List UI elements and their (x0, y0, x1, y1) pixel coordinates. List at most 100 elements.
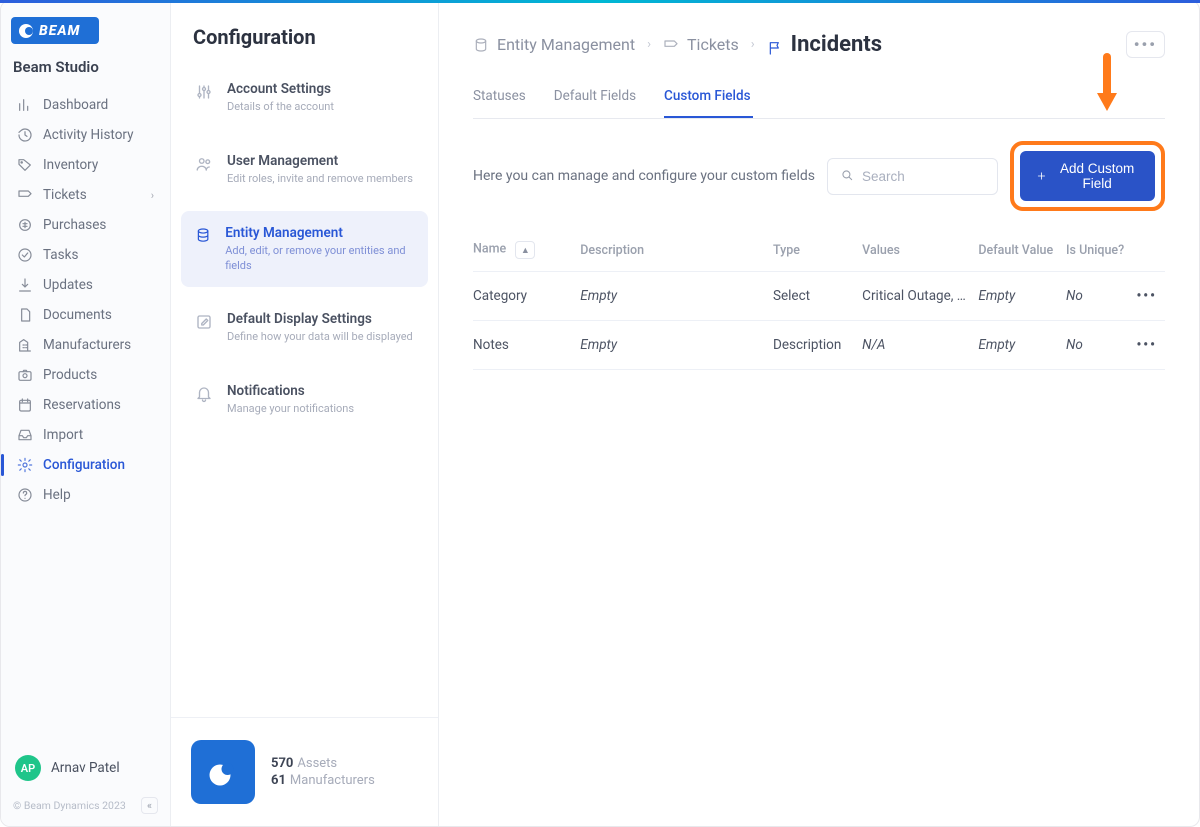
config-submenu: Configuration Account Settings Details o… (171, 1, 439, 826)
row-actions-button[interactable]: ••• (1135, 272, 1165, 321)
manufacturers-label: Manufacturers (290, 773, 375, 788)
config-footer: 570Assets 61Manufacturers (171, 717, 438, 826)
cell-values: Critical Outage, … (862, 272, 978, 321)
cell-description: Empty (580, 272, 773, 321)
col-type[interactable]: Type (773, 229, 862, 272)
brand-square-icon (191, 740, 255, 804)
sidebar-item-activity-history[interactable]: Activity History (7, 120, 164, 150)
current-user[interactable]: AP Arnav Patel (1, 745, 170, 791)
money-icon (17, 217, 33, 233)
sidebar-item-dashboard[interactable]: Dashboard (7, 90, 164, 120)
config-item-account-settings[interactable]: Account Settings Details of the account (181, 67, 428, 129)
more-icon: ••• (1134, 35, 1157, 54)
col-name[interactable]: Name ▲ (473, 229, 580, 272)
custom-fields-table: Name ▲ Description Type Values Default V… (473, 229, 1165, 370)
page-actions-button[interactable]: ••• (1126, 31, 1165, 58)
search-input-wrapper[interactable] (827, 158, 998, 195)
sidebar-item-inventory[interactable]: Inventory (7, 150, 164, 180)
config-item-title: Account Settings (227, 81, 334, 97)
callout-arrow-icon (1095, 53, 1119, 113)
sidebar-item-label: Updates (43, 277, 93, 293)
download-icon (17, 277, 33, 293)
logo-mark-icon (19, 24, 33, 38)
building-icon (17, 337, 33, 353)
toolbar-intro: Here you can manage and configure your c… (473, 168, 815, 184)
col-description[interactable]: Description (580, 229, 773, 272)
breadcrumb-entity-management[interactable]: Entity Management (473, 35, 635, 54)
sidebar-item-products[interactable]: Products (7, 360, 164, 390)
breadcrumb-label: Entity Management (497, 35, 635, 54)
sidebar-item-tickets[interactable]: Tickets › (7, 180, 164, 210)
primary-sidebar: BEAM Beam Studio Dashboard Activity Hist… (1, 1, 171, 826)
add-button-label: Add Custom Field (1055, 161, 1139, 191)
custom-fields-toolbar: Here you can manage and configure your c… (473, 141, 1165, 211)
config-item-sub: Edit roles, invite and remove members (227, 172, 413, 187)
cell-name: Category (473, 272, 580, 321)
edit-icon (195, 313, 213, 331)
sidebar-item-manufacturers[interactable]: Manufacturers (7, 330, 164, 360)
database-icon (195, 227, 211, 245)
camera-icon (17, 367, 33, 383)
copyright-text: © Beam Dynamics 2023 (13, 799, 126, 812)
ticket-icon (17, 187, 33, 203)
cell-default: Empty (978, 321, 1066, 370)
table-row[interactable]: Category Empty Select Critical Outage, …… (473, 272, 1165, 321)
config-item-sub: Manage your notifications (227, 402, 354, 417)
sidebar-item-tasks[interactable]: Tasks (7, 240, 164, 270)
tab-statuses[interactable]: Statuses (473, 78, 528, 118)
breadcrumb-incidents: Incidents (767, 32, 882, 57)
sidebar-item-reservations[interactable]: Reservations (7, 390, 164, 420)
config-item-title: Notifications (227, 383, 354, 399)
sidebar-item-label: Configuration (43, 457, 125, 473)
config-item-sub: Add, edit, or remove your entities and f… (225, 244, 414, 274)
sidebar-item-updates[interactable]: Updates (7, 270, 164, 300)
sidebar-item-documents[interactable]: Documents (7, 300, 164, 330)
breadcrumb-tickets[interactable]: Tickets (663, 35, 739, 54)
collapse-sidebar-button[interactable]: « (141, 797, 158, 814)
config-item-entity-management[interactable]: Entity Management Add, edit, or remove y… (181, 211, 428, 288)
cell-name: Notes (473, 321, 580, 370)
config-item-sub: Define how your data will be displayed (227, 330, 413, 345)
logo-text: BEAM (39, 23, 80, 39)
add-custom-field-button[interactable]: Add Custom Field (1020, 151, 1155, 201)
sidebar-item-label: Products (43, 367, 97, 383)
sidebar-item-label: Purchases (43, 217, 106, 233)
config-item-default-display[interactable]: Default Display Settings Define how your… (181, 297, 428, 359)
user-name: Arnav Patel (51, 760, 120, 776)
sidebar-item-purchases[interactable]: Purchases (7, 210, 164, 240)
workspace-stats: 570Assets 61Manufacturers (271, 754, 375, 790)
sidebar-item-label: Dashboard (43, 97, 108, 113)
search-icon (840, 167, 854, 186)
tab-custom-fields[interactable]: Custom Fields (664, 78, 753, 118)
col-unique[interactable]: Is Unique? (1066, 229, 1135, 272)
gear-icon (17, 457, 33, 473)
table-row[interactable]: Notes Empty Description N/A Empty No ••• (473, 321, 1165, 370)
sidebar-item-label: Activity History (43, 127, 134, 143)
org-name: Beam Studio (1, 54, 170, 90)
row-actions-button[interactable]: ••• (1135, 321, 1165, 370)
assets-count: 570 (271, 756, 293, 771)
config-item-notifications[interactable]: Notifications Manage your notifications (181, 369, 428, 431)
cell-values: N/A (862, 321, 978, 370)
more-icon: ••• (1136, 337, 1157, 353)
sidebar-item-configuration[interactable]: Configuration (7, 450, 164, 480)
file-icon (17, 307, 33, 323)
sidebar-item-label: Tickets (43, 187, 87, 203)
entity-tabs: Statuses Default Fields Custom Fields (473, 78, 1165, 119)
config-item-user-management[interactable]: User Management Edit roles, invite and r… (181, 139, 428, 201)
col-default[interactable]: Default Value (978, 229, 1066, 272)
tab-default-fields[interactable]: Default Fields (554, 78, 638, 118)
sidebar-item-help[interactable]: Help (7, 480, 164, 510)
col-values[interactable]: Values (862, 229, 978, 272)
sidebar-item-label: Help (43, 487, 71, 503)
sidebar-item-label: Inventory (43, 157, 98, 173)
bell-icon (195, 385, 213, 403)
footer-row: © Beam Dynamics 2023 « (1, 791, 170, 820)
brand-logo: BEAM (11, 17, 99, 44)
sort-asc-icon[interactable]: ▲ (515, 241, 535, 259)
search-input[interactable] (862, 169, 985, 184)
bar-chart-icon (17, 97, 33, 113)
sidebar-item-import[interactable]: Import (7, 420, 164, 450)
cell-unique: No (1066, 272, 1135, 321)
history-icon (17, 127, 33, 143)
